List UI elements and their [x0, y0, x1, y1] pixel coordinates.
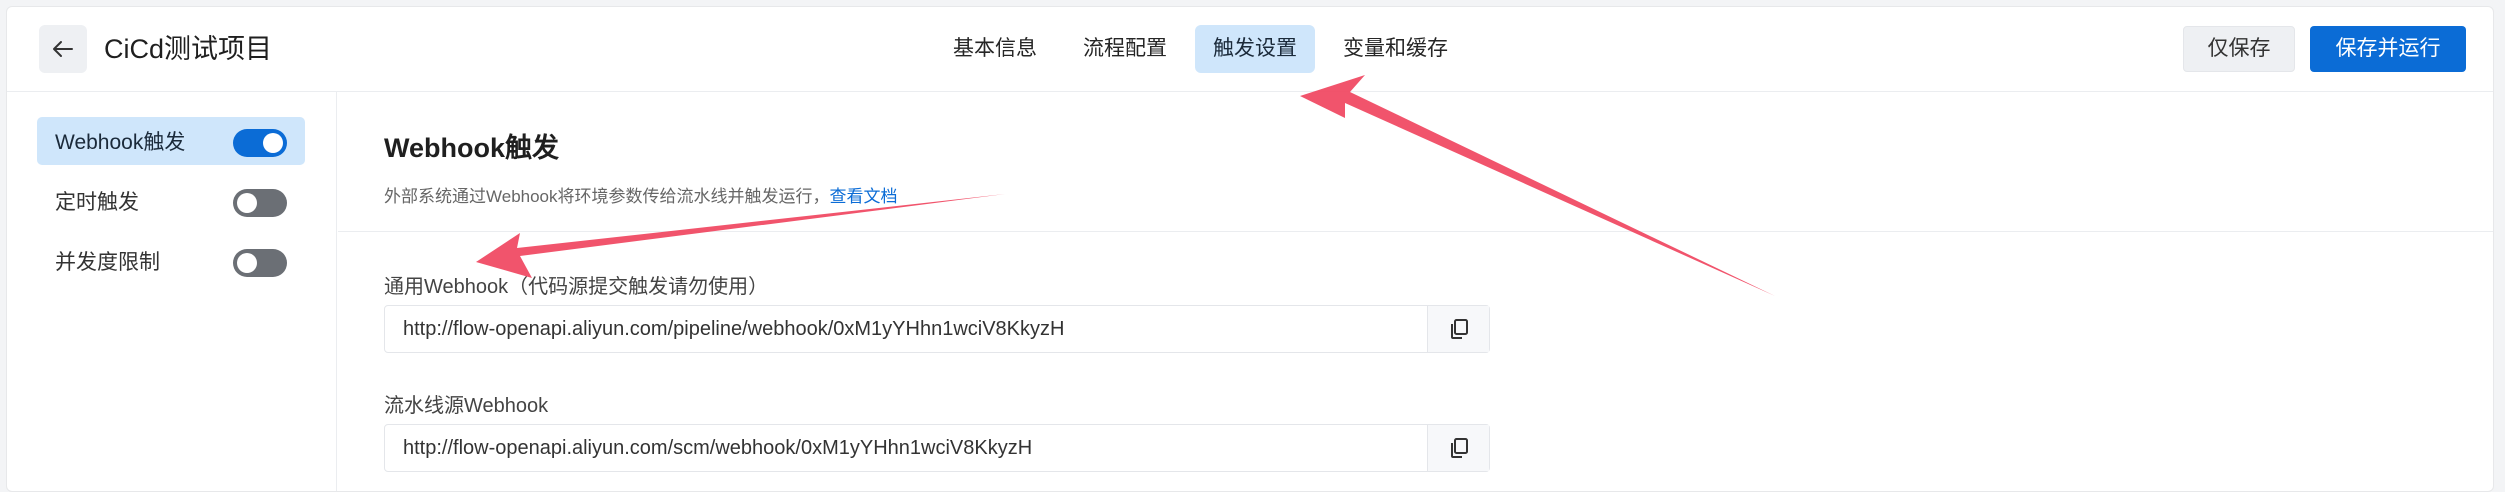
tab-trigger-settings[interactable]: 触发设置 — [1195, 25, 1315, 73]
app-window: CiCd测试项目 基本信息 流程配置 触发设置 变量和缓存 仅保存 保存并运行 … — [6, 6, 2494, 492]
toggle-knob — [263, 133, 283, 153]
toggle-knob — [237, 253, 257, 273]
project-title: CiCd测试项目 — [104, 34, 273, 64]
tab-variables-cache[interactable]: 变量和缓存 — [1325, 25, 1466, 73]
generic-webhook-url[interactable]: http://flow-openapi.aliyun.com/pipeline/… — [385, 306, 1427, 352]
pipeline-webhook-field: http://flow-openapi.aliyun.com/scm/webho… — [384, 424, 1490, 472]
pipeline-webhook-url[interactable]: http://flow-openapi.aliyun.com/scm/webho… — [385, 425, 1427, 471]
section-title: Webhook触发 — [384, 133, 559, 163]
scheduled-toggle[interactable] — [233, 189, 287, 217]
toggle-knob — [237, 193, 257, 213]
generic-webhook-label: 通用Webhook（代码源提交触发请勿使用） — [384, 276, 769, 298]
view-docs-link[interactable]: 查看文档 — [830, 187, 898, 206]
save-and-run-button[interactable]: 保存并运行 — [2310, 26, 2466, 72]
copy-icon — [1450, 438, 1468, 458]
divider — [338, 231, 2493, 232]
tab-flow-config[interactable]: 流程配置 — [1065, 25, 1185, 73]
tab-bar: 基本信息 流程配置 触发设置 变量和缓存 — [935, 25, 1466, 73]
generic-webhook-field: http://flow-openapi.aliyun.com/pipeline/… — [384, 305, 1490, 353]
sidebar-item-label: 定时触发 — [55, 191, 139, 214]
sidebar-item-scheduled[interactable]: 定时触发 — [37, 177, 305, 225]
tab-basic-info[interactable]: 基本信息 — [935, 25, 1055, 73]
webhook-toggle[interactable] — [233, 129, 287, 157]
arrow-left-icon — [53, 41, 73, 57]
copy-generic-webhook-button[interactable] — [1427, 306, 1489, 352]
main-content: Webhook触发 外部系统通过Webhook将环境参数传给流水线并触发运行，查… — [338, 92, 2493, 491]
copy-icon — [1450, 319, 1468, 339]
concurrency-toggle[interactable] — [233, 249, 287, 277]
sidebar-item-webhook[interactable]: Webhook触发 — [37, 117, 305, 165]
sidebar-item-label: 并发度限制 — [55, 251, 160, 274]
sidebar-item-concurrency[interactable]: 并发度限制 — [37, 237, 305, 285]
pipeline-webhook-label: 流水线源Webhook — [384, 395, 549, 417]
sidebar-item-label: Webhook触发 — [55, 131, 186, 154]
section-description: 外部系统通过Webhook将环境参数传给流水线并触发运行，查看文档 — [384, 182, 898, 207]
save-only-button[interactable]: 仅保存 — [2183, 26, 2295, 72]
back-button[interactable] — [39, 25, 87, 73]
description-text: 外部系统通过Webhook将环境参数传给流水线并触发运行， — [384, 187, 830, 206]
trigger-sidebar: Webhook触发 定时触发 并发度限制 — [7, 92, 337, 491]
top-header: CiCd测试项目 基本信息 流程配置 触发设置 变量和缓存 仅保存 保存并运行 — [7, 7, 2493, 92]
copy-pipeline-webhook-button[interactable] — [1427, 425, 1489, 471]
